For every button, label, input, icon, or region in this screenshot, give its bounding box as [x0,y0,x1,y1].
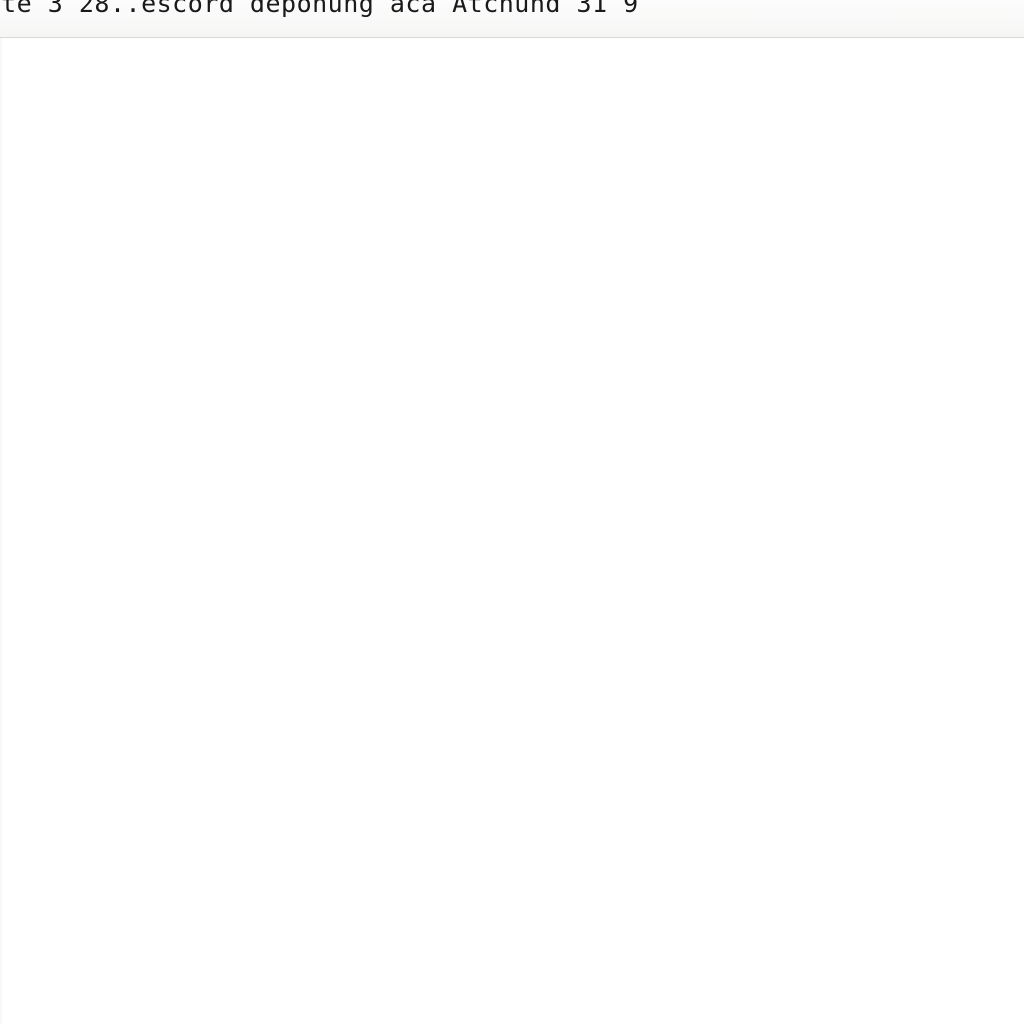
left-edge-shadow [0,38,3,1024]
window-header-bar: uute 3 28..escord deponung aca Atchund 3… [0,0,1024,38]
header-title-text: uute 3 28..escord deponung aca Atchund 3… [0,0,639,14]
content-area [0,38,1024,1024]
